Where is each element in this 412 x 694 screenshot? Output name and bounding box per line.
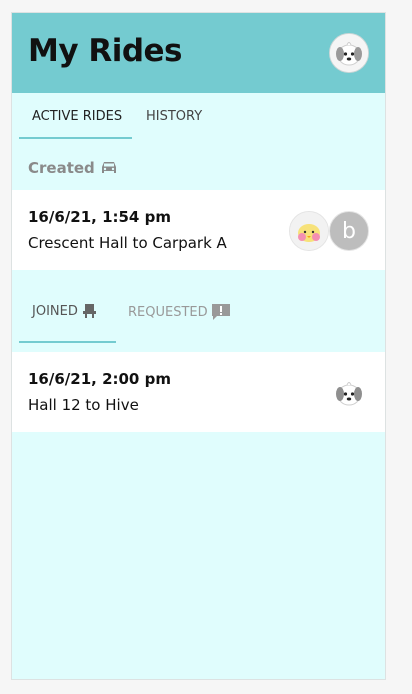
- tab-history[interactable]: HISTORY: [146, 109, 202, 124]
- participant-avatar[interactable]: [289, 211, 329, 251]
- requested-label: REQUESTED: [128, 304, 208, 320]
- tab-indicator: [19, 137, 132, 139]
- dog-icon: [336, 382, 362, 406]
- participant-avatar[interactable]: [329, 373, 369, 413]
- ride-route: Hall 12 to Hive: [28, 396, 139, 414]
- tab-joined[interactable]: JOINED: [32, 303, 99, 319]
- ride-card[interactable]: 16/6/21, 1:54 pm Crescent Hall to Carpar…: [12, 190, 385, 270]
- joined-label: JOINED: [32, 303, 78, 319]
- chick-icon: [290, 212, 328, 250]
- alert-message-icon: [211, 304, 230, 320]
- created-section-header: Created: [28, 159, 119, 177]
- car-icon: [101, 162, 116, 173]
- ride-time: 16/6/21, 2:00 pm: [28, 370, 171, 388]
- seat-icon: [82, 304, 96, 318]
- ride-tabs: ACTIVE RIDES HISTORY: [12, 93, 385, 141]
- tab-active-rides[interactable]: ACTIVE RIDES: [32, 109, 122, 124]
- page-title: My Rides: [28, 33, 183, 69]
- header: My Rides: [12, 13, 385, 93]
- subtab-indicator: [19, 341, 116, 343]
- created-label: Created: [28, 159, 95, 177]
- participant-avatar-initial[interactable]: b: [329, 211, 369, 251]
- ride-route: Crescent Hall to Carpark A: [28, 234, 227, 252]
- ride-time: 16/6/21, 1:54 pm: [28, 208, 171, 226]
- dog-icon: [330, 34, 368, 72]
- user-avatar[interactable]: [329, 33, 369, 73]
- ride-card[interactable]: 16/6/21, 2:00 pm Hall 12 to Hive: [12, 352, 385, 432]
- tab-requested[interactable]: REQUESTED: [128, 303, 231, 321]
- app-container: My Rides ACTIVE RIDES HISTORY Created 16…: [11, 12, 386, 680]
- ride-subtabs: JOINED REQUESTED: [12, 283, 385, 343]
